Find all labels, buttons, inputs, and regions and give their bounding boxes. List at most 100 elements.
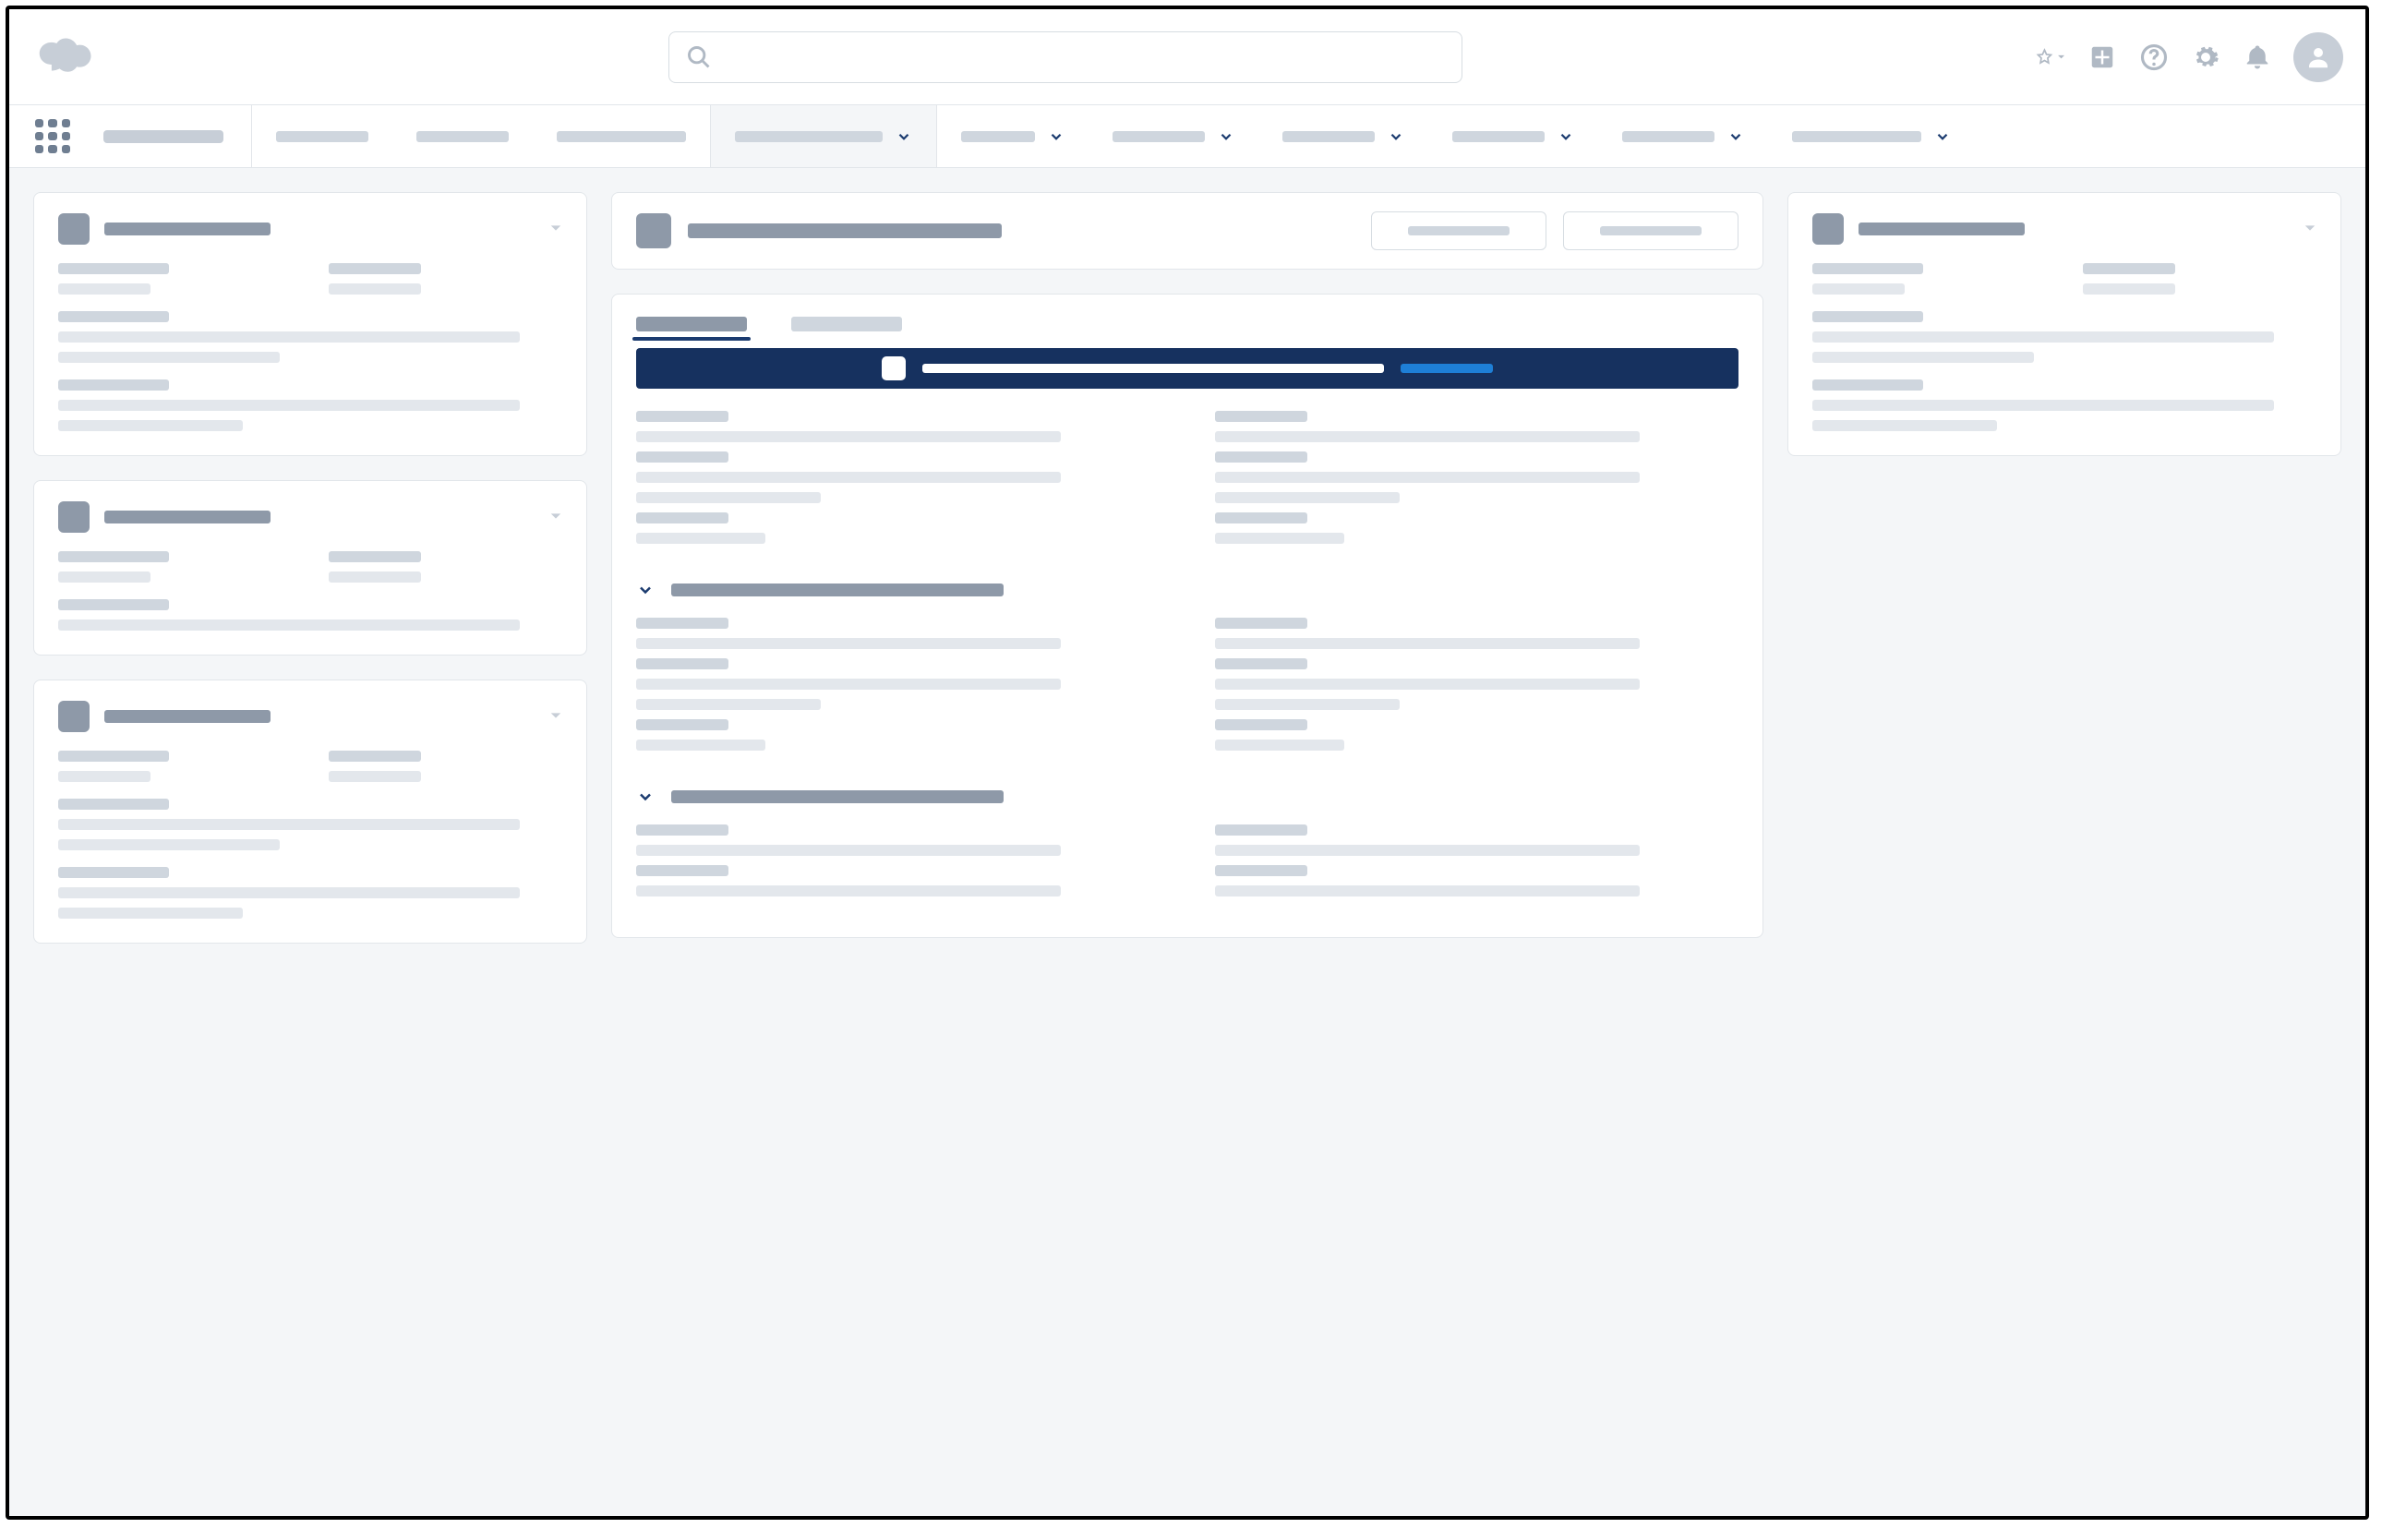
nav-tabs [252,105,2365,167]
field-label [1215,451,1307,463]
field-value [636,679,1061,690]
field-value [58,400,520,411]
nav-tab-8[interactable] [1598,105,1768,167]
field-value [1215,492,1400,503]
banner-link[interactable] [1401,364,1493,373]
field-value [58,839,280,850]
field-label [58,867,169,878]
chevron-down-icon [1048,128,1065,145]
right-card-0 [1787,192,2341,456]
record-action-0[interactable] [1371,211,1546,250]
field-value [58,352,280,363]
card-title [104,511,271,523]
field-label [58,799,169,810]
nav-tab-9[interactable] [1768,105,1975,167]
field-value [1812,331,2274,343]
detail-section-1-head[interactable] [636,581,1738,599]
global-search-input[interactable] [712,46,1445,67]
field-label [636,658,728,669]
field-value [58,908,243,919]
field-label [1215,865,1307,876]
detail-section-1 [636,618,1738,760]
left-card-0 [33,192,587,456]
card-menu[interactable] [549,509,562,525]
record-action-1[interactable] [1563,211,1738,250]
field-value [58,620,520,631]
field-label [58,379,169,391]
card-menu[interactable] [549,221,562,237]
star-icon [2035,43,2054,71]
card-icon [58,501,90,533]
field-label [1215,618,1307,629]
field-value [636,885,1061,896]
profile-avatar[interactable] [2293,32,2343,82]
favorites-button[interactable] [2035,42,2066,73]
gear-icon [2192,43,2220,71]
global-search-wrap [107,31,2024,83]
question-icon [2140,43,2168,71]
field-label [2083,263,2175,274]
card-title [104,710,271,723]
app-frame [6,6,2369,1520]
field-value [636,845,1061,856]
nav-tab-0[interactable] [252,105,392,167]
nav-tab-3[interactable] [710,105,937,167]
detail-section-2-head[interactable] [636,788,1738,806]
detail-tabs [636,317,1738,331]
chevron-down-icon [636,788,655,806]
record-title [688,223,1002,238]
field-value [1215,431,1640,442]
record-icon [636,213,671,248]
left-column [33,192,587,1492]
section-heading [671,584,1004,596]
card-menu[interactable] [2304,221,2316,237]
notifications-button[interactable] [2242,42,2273,73]
chevron-down-icon [549,223,562,233]
setup-button[interactable] [2190,42,2221,73]
section-heading [671,790,1004,803]
nav-tab-6[interactable] [1258,105,1428,167]
search-icon [686,44,712,70]
field-label [58,311,169,322]
global-search[interactable] [668,31,1462,83]
field-label [636,824,728,836]
record-header [611,192,1763,270]
detail-tab-1[interactable] [791,317,902,331]
center-column [611,192,1763,1492]
nav-tab-7[interactable] [1428,105,1598,167]
nav-tab-1[interactable] [392,105,533,167]
field-label [1215,512,1307,523]
nav-tab-5[interactable] [1089,105,1258,167]
help-button[interactable] [2138,42,2170,73]
chevron-down-icon [549,511,562,521]
current-app-name [96,105,252,167]
field-value [636,492,821,503]
global-header [9,9,2365,105]
field-value [1215,472,1640,483]
global-add-button[interactable] [2087,42,2118,73]
card-title [1859,223,2025,235]
field-value [1215,699,1400,710]
field-label [1812,379,1923,391]
field-label [636,865,728,876]
nav-tab-2[interactable] [533,105,710,167]
field-value [1215,638,1640,649]
detail-section-2 [636,824,1738,906]
field-value [1812,352,2034,363]
record-detail-card [611,294,1763,938]
field-label [636,411,728,422]
card-menu[interactable] [549,708,562,725]
field-value [58,420,243,431]
field-value [1812,400,2274,411]
nav-tab-4[interactable] [937,105,1089,167]
field-label [1215,719,1307,730]
field-value [58,887,520,898]
field-value [58,571,150,583]
field-value [1215,845,1640,856]
bell-icon [2244,43,2271,71]
chevron-down-icon [2056,50,2066,65]
field-label [58,263,169,274]
card-icon [1812,213,1844,245]
app-launcher[interactable] [9,105,96,167]
detail-tab-0[interactable] [636,317,747,331]
